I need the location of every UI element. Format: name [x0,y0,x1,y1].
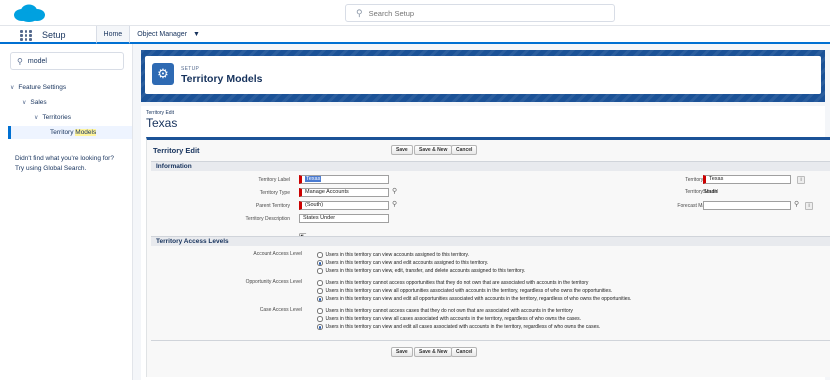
opportunity-access-label: Opportunity Access Level [245,279,302,285]
tree-item-sales[interactable]: ∨ Sales [22,99,47,106]
global-header: ⚲ [0,0,830,26]
tree-item-territory-models[interactable]: Territory Models [50,129,97,136]
tab-home[interactable]: Home [95,26,131,44]
lookup-icon[interactable]: ⚲ [392,200,397,208]
app-launcher-icon[interactable] [20,30,34,41]
page-banner: ⚙ SETUP Territory Models [141,50,825,102]
parent-territory-label: Parent Territory [255,203,290,209]
territory-edit-content: Territory Edit Texas Territory Edit Save… [141,106,830,380]
global-search-hint: Try using Global Search. [15,165,87,172]
save-new-button-bottom[interactable]: Save & New [414,347,453,357]
salesforce-cloud-logo[interactable] [12,3,46,23]
case-access-option-2[interactable]: Users in this territory can view and edi… [317,324,600,330]
lookup-icon[interactable]: ⚲ [794,200,799,208]
opportunity-access-option-2[interactable]: Users in this territory can view and edi… [317,296,631,302]
case-access-option-1[interactable]: Users in this territory can view all cas… [317,316,581,322]
save-button-bottom[interactable]: Save [391,347,413,357]
tree-item-feature-settings[interactable]: ∨ Feature Settings [10,84,66,91]
territory-type-input[interactable]: Manage Accounts [299,188,389,197]
block-title: Territory Edit [153,146,200,155]
territory-description-input[interactable]: States Under [299,214,389,223]
save-button[interactable]: Save [391,145,413,155]
app-name: Setup [42,30,66,40]
cancel-button-bottom[interactable]: Cancel [451,347,478,357]
account-access-option-1[interactable]: Users in this territory can view and edi… [317,260,488,266]
help-text: Didn't find what you're looking for? [15,155,114,162]
territory-label-label: Territory Label [258,177,290,183]
chevron-down-icon: ∨ [10,85,15,91]
cancel-button[interactable]: Cancel [451,145,478,155]
section-information: Information [151,161,830,171]
record-name: Texas [146,116,178,130]
opportunity-access-option-1[interactable]: Users in this territory can view all opp… [317,288,612,294]
setup-nav-bar: Setup Home Object Manager ▼ [0,26,830,44]
lookup-icon[interactable]: ⚲ [392,187,397,195]
account-access-label: Account Access Level [253,251,302,257]
territory-model-value: South [703,189,718,195]
chevron-down-icon: ∨ [22,100,27,106]
section-territory-access-levels: Territory Access Levels [151,236,830,246]
quick-find-input[interactable]: ⚲ model [10,52,124,70]
main-content: ⚙ SETUP Territory Models Territory Edit … [133,44,830,380]
territory-type-label: Territory Type [259,190,290,196]
gear-icon: ⚙ [152,63,174,85]
case-access-label: Case Access Level [259,307,302,313]
search-icon: ⚲ [356,7,363,18]
chevron-down-icon: ∨ [34,115,39,121]
opportunity-access-option-0[interactable]: Users in this territory cannot access op… [317,280,588,286]
territory-edit-block: Territory Edit Save Save & New Cancel In… [146,137,830,377]
page-title: Territory Models [181,73,263,85]
setup-search[interactable]: ⚲ [345,4,615,22]
info-icon[interactable]: i [797,176,805,184]
setup-search-input[interactable] [368,8,569,18]
case-access-option-0[interactable]: Users in this territory cannot access ca… [317,308,573,314]
divider [151,340,830,341]
page-header: ⚙ SETUP Territory Models [145,56,821,94]
territory-description-label: Territory Description [245,216,290,222]
search-icon: ⚲ [17,56,23,66]
account-access-option-2[interactable]: Users in this territory can view, edit, … [317,268,525,274]
info-icon[interactable]: i [805,202,813,210]
setup-sidebar: ⚲ model ∨ Feature Settings ∨ Sales ∨ Territ… [0,44,133,380]
tab-object-manager[interactable]: Object Manager ▼ [130,26,207,42]
forecast-manager-input[interactable] [703,201,791,210]
parent-territory-input[interactable]: (South) [299,201,389,210]
account-access-option-0[interactable]: Users in this territory can view account… [317,252,469,258]
tree-item-territories[interactable]: ∨ Territories [34,114,71,121]
chevron-down-icon: ▼ [193,31,200,38]
territory-name-input[interactable]: Texas [703,175,791,184]
save-new-button[interactable]: Save & New [414,145,453,155]
page-supertitle: SETUP [181,66,200,72]
territory-label-input[interactable]: Texas [299,175,389,184]
